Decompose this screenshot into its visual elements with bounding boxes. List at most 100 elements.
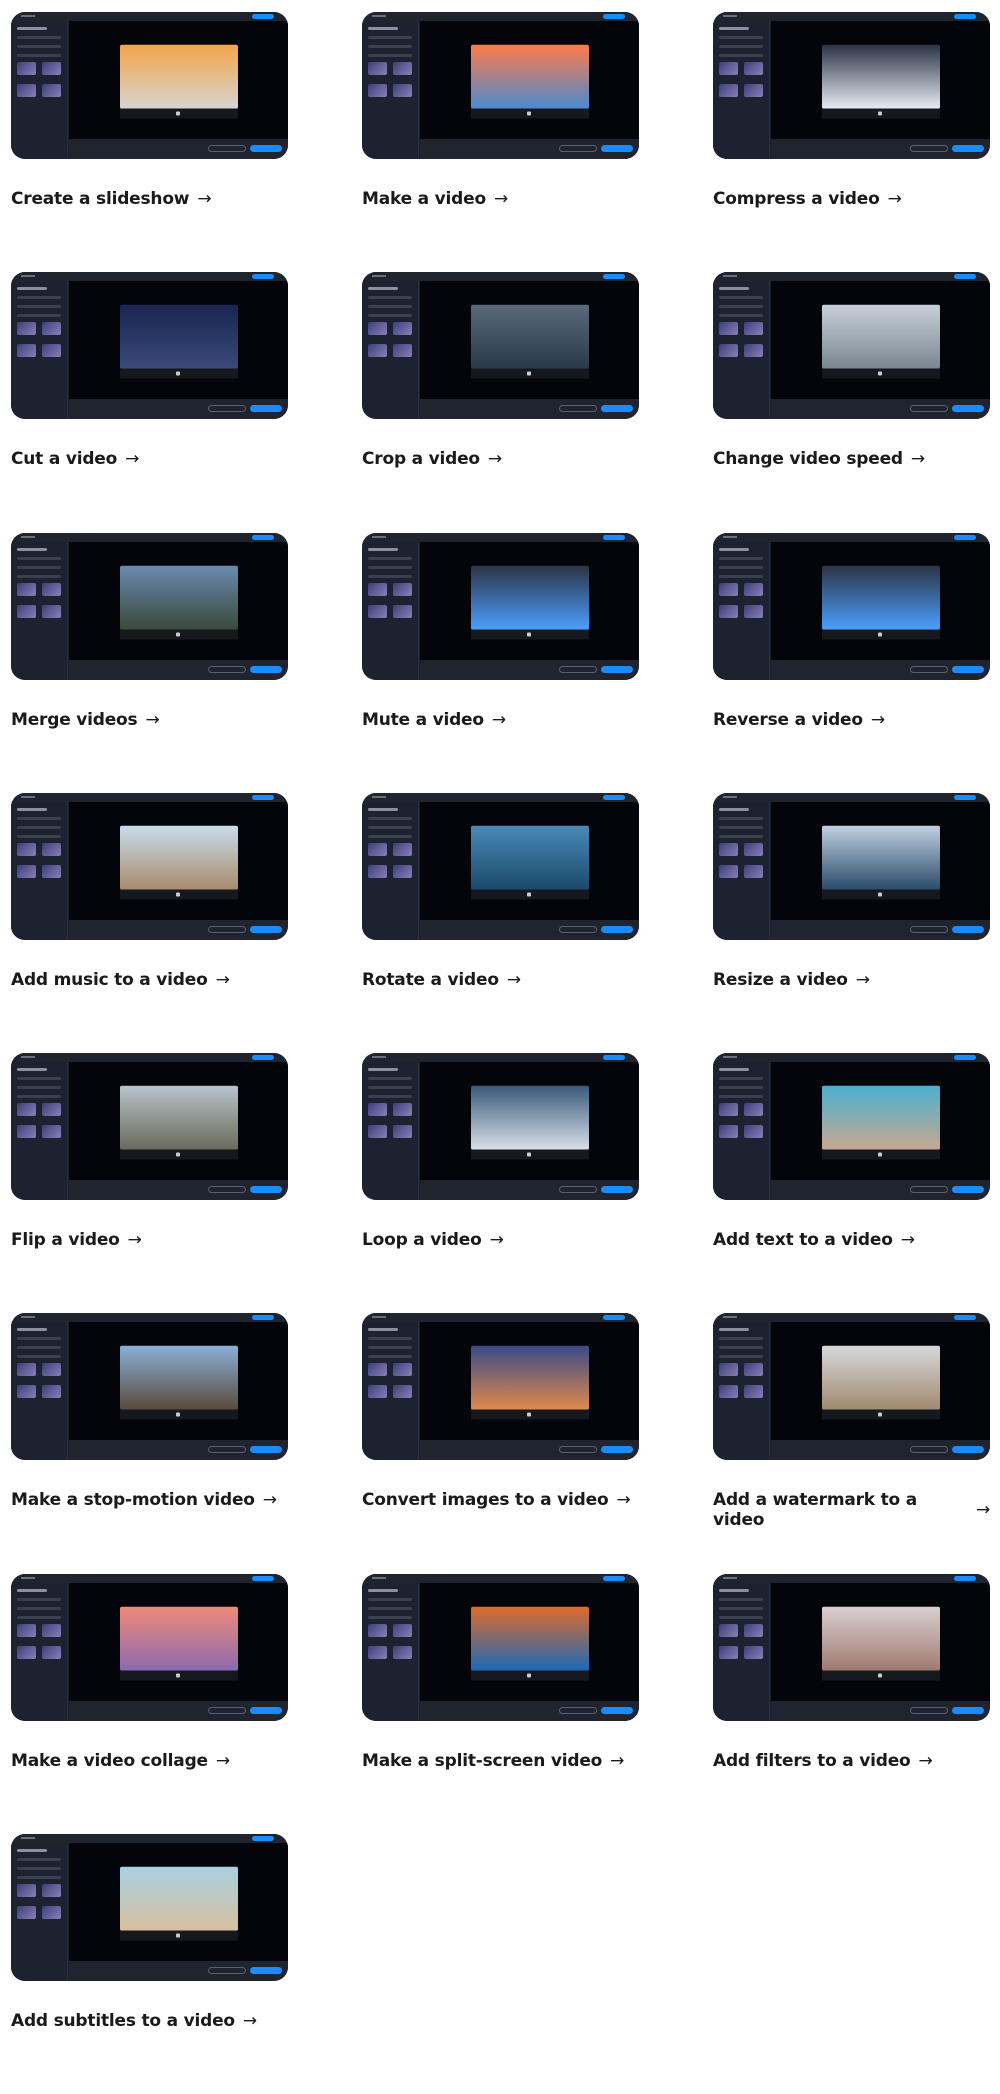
bottom-bar xyxy=(420,399,639,420)
tool-screenshot[interactable] xyxy=(713,1053,990,1201)
video-stage xyxy=(771,1582,990,1701)
topbar-button xyxy=(252,1315,274,1321)
app-topbar xyxy=(362,532,639,542)
tool-screenshot[interactable] xyxy=(713,12,990,159)
tool-label: Make a video xyxy=(362,189,486,209)
topbar-button xyxy=(954,794,976,800)
video-preview xyxy=(119,305,238,370)
tool-screenshot[interactable] xyxy=(11,1573,288,1721)
tool-card-resize-a-video[interactable]: Resize a video → xyxy=(713,792,990,1053)
player-controls xyxy=(119,368,238,379)
bottom-bar xyxy=(771,659,990,680)
tool-link[interactable]: Merge videos → xyxy=(11,710,288,730)
tool-card-mute-a-video[interactable]: Mute a video → xyxy=(362,532,639,793)
tool-screenshot[interactable] xyxy=(11,1053,288,1201)
tool-sidebar xyxy=(11,21,68,159)
tool-sidebar xyxy=(11,541,68,680)
tool-card-convert-images-to-a-video[interactable]: Convert images to a video → xyxy=(362,1313,639,1573)
tool-screenshot[interactable] xyxy=(362,1053,639,1201)
tool-screenshot[interactable] xyxy=(362,12,639,159)
tool-card-change-video-speed[interactable]: Change video speed → xyxy=(713,272,990,532)
tool-card-loop-a-video[interactable]: Loop a video → xyxy=(362,1053,639,1313)
tool-card-add-a-watermark-to-a-video[interactable]: Add a watermark to a video → xyxy=(713,1313,990,1573)
tool-link[interactable]: Crop a video → xyxy=(362,449,639,469)
tool-screenshot[interactable] xyxy=(713,532,990,680)
bottom-bar xyxy=(69,919,288,940)
tool-screenshot[interactable] xyxy=(362,1313,639,1461)
tool-card-reverse-a-video[interactable]: Reverse a video → xyxy=(713,532,990,793)
video-stage xyxy=(420,1582,639,1701)
video-preview xyxy=(821,1085,940,1150)
tool-card-crop-a-video[interactable]: Crop a video → xyxy=(362,272,639,532)
tool-link[interactable]: Cut a video → xyxy=(11,449,288,469)
tool-link[interactable]: Add filters to a video → xyxy=(713,1751,990,1771)
tool-screenshot[interactable] xyxy=(11,12,288,159)
tool-card-rotate-a-video[interactable]: Rotate a video → xyxy=(362,792,639,1053)
app-topbar xyxy=(11,1834,288,1844)
tools-grid: Create a slideshow → Make a video → Comp… xyxy=(11,12,990,2094)
tool-card-cut-a-video[interactable]: Cut a video → xyxy=(11,272,288,532)
tool-screenshot[interactable] xyxy=(362,272,639,420)
tool-sidebar xyxy=(713,281,770,420)
tool-link[interactable]: Make a video → xyxy=(362,189,639,209)
topbar-button xyxy=(603,794,625,800)
arrow-right-icon: → xyxy=(491,709,506,730)
tool-link[interactable]: Mute a video → xyxy=(362,710,639,730)
tool-link[interactable]: Loop a video → xyxy=(362,1230,639,1250)
arrow-right-icon: → xyxy=(242,2011,257,2032)
tool-link[interactable]: Compress a video → xyxy=(713,189,990,209)
tool-card-make-a-video-collage[interactable]: Make a video collage → xyxy=(11,1573,288,1834)
tool-screenshot[interactable] xyxy=(362,792,639,940)
tool-card-create-a-slideshow[interactable]: Create a slideshow → xyxy=(11,12,288,272)
app-topbar xyxy=(713,1313,990,1323)
bottom-bar xyxy=(771,1440,990,1461)
tool-card-add-subtitles-to-a-video[interactable]: Add subtitles to a video → xyxy=(11,1834,288,2094)
tool-link[interactable]: Create a slideshow → xyxy=(11,189,288,209)
tool-link[interactable]: Convert images to a video → xyxy=(362,1490,639,1510)
tool-card-merge-videos[interactable]: Merge videos → xyxy=(11,532,288,793)
tool-label: Add music to a video xyxy=(11,969,208,990)
tool-screenshot[interactable] xyxy=(713,792,990,940)
tool-card-flip-a-video[interactable]: Flip a video → xyxy=(11,1053,288,1313)
tool-link[interactable]: Change video speed → xyxy=(713,449,990,469)
tool-screenshot[interactable] xyxy=(713,1573,990,1721)
tool-screenshot[interactable] xyxy=(713,272,990,420)
tool-link[interactable]: Add text to a video → xyxy=(713,1230,990,1250)
tool-screenshot[interactable] xyxy=(11,532,288,680)
tool-link[interactable]: Rotate a video → xyxy=(362,970,639,990)
tool-link[interactable]: Reverse a video → xyxy=(713,710,990,730)
arrow-right-icon: → xyxy=(855,969,870,990)
video-stage xyxy=(771,541,990,660)
tool-screenshot[interactable] xyxy=(11,1313,288,1461)
tool-link[interactable]: Resize a video → xyxy=(713,970,990,990)
tool-card-add-text-to-a-video[interactable]: Add text to a video → xyxy=(713,1053,990,1313)
tool-card-compress-a-video[interactable]: Compress a video → xyxy=(713,12,990,272)
tool-link[interactable]: Make a stop-motion video → xyxy=(11,1490,288,1510)
tool-screenshot[interactable] xyxy=(362,532,639,680)
video-preview xyxy=(821,825,940,890)
tool-screenshot[interactable] xyxy=(713,1313,990,1461)
app-topbar xyxy=(362,12,639,21)
tool-card-make-a-stop-motion-video[interactable]: Make a stop-motion video → xyxy=(11,1313,288,1573)
tool-screenshot[interactable] xyxy=(362,1573,639,1721)
tool-link[interactable]: Make a video collage → xyxy=(11,1751,288,1771)
tool-card-add-filters-to-a-video[interactable]: Add filters to a video → xyxy=(713,1573,990,1834)
app-topbar xyxy=(11,1313,288,1323)
player-controls xyxy=(119,1149,238,1160)
player-controls xyxy=(470,368,589,379)
tool-link[interactable]: Flip a video → xyxy=(11,1230,288,1250)
tool-link[interactable]: Add a watermark to a video → xyxy=(713,1490,990,1530)
tool-link[interactable]: Make a split-screen video → xyxy=(362,1751,639,1771)
player-controls xyxy=(119,1930,238,1941)
tool-card-add-music-to-a-video[interactable]: Add music to a video → xyxy=(11,792,288,1053)
tool-card-make-a-video[interactable]: Make a video → xyxy=(362,12,639,272)
topbar-button xyxy=(954,1315,976,1321)
tool-link[interactable]: Add subtitles to a video → xyxy=(11,2011,288,2031)
tool-screenshot[interactable] xyxy=(11,1834,288,1982)
app-topbar xyxy=(11,532,288,542)
tool-card-make-a-split-screen-video[interactable]: Make a split-screen video → xyxy=(362,1573,639,1834)
topbar-button xyxy=(603,1315,625,1321)
tool-screenshot[interactable] xyxy=(11,792,288,940)
tool-link[interactable]: Add music to a video → xyxy=(11,970,288,990)
tool-screenshot[interactable] xyxy=(11,272,288,420)
